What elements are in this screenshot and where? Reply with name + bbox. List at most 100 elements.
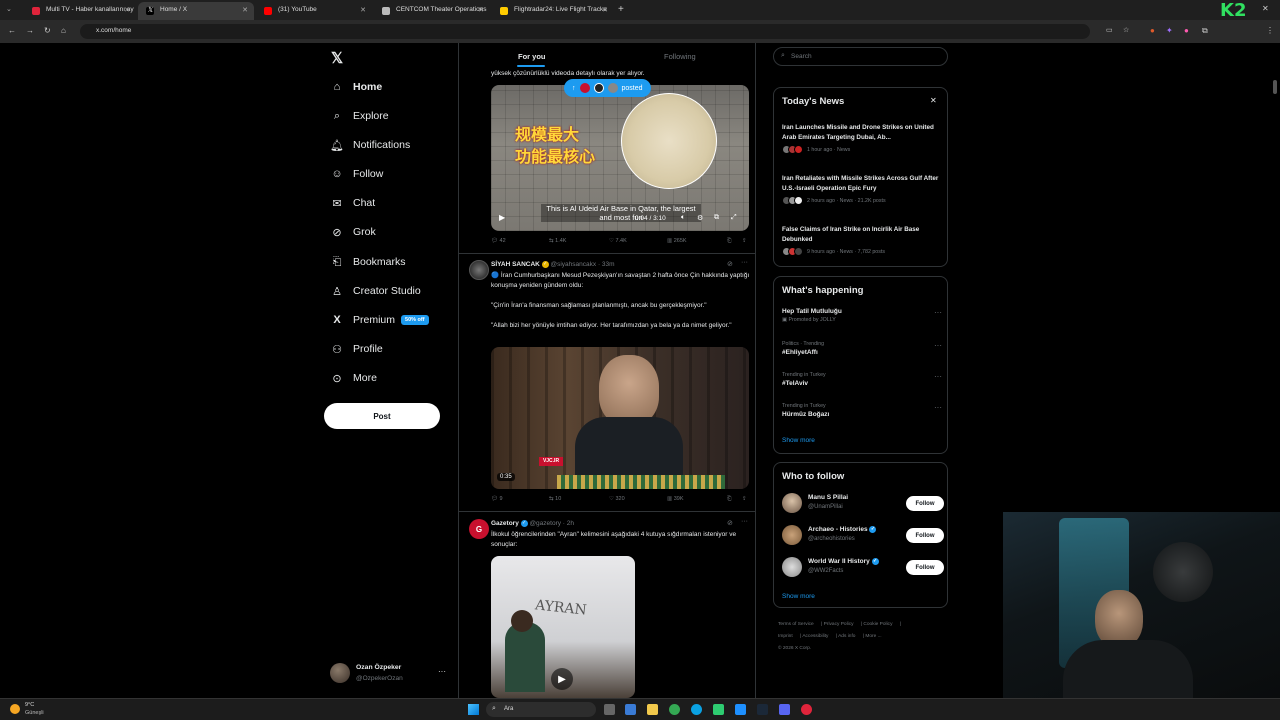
bookmark-icon[interactable]: ⎗ (727, 496, 731, 503)
new-posts-pill[interactable]: ↑ posted (564, 79, 651, 97)
close-icon[interactable]: ✕ (360, 6, 366, 14)
tab-multi-tv[interactable]: Multi TV - Haber kanallarını ay ✕ (24, 2, 136, 20)
app-icon[interactable] (801, 704, 812, 715)
file-explorer-icon[interactable] (647, 704, 658, 715)
more-dots-icon[interactable]: ··· (934, 403, 942, 412)
footer-link[interactable]: Terms of Service (778, 622, 814, 627)
reply-button[interactable]: 💬︎ 42 (491, 238, 506, 244)
trend-item[interactable]: Trending in Turkey #TelAviv ··· (782, 372, 942, 387)
sidebar-item-bookmarks[interactable]: ⎗ Bookmarks (330, 251, 406, 273)
tab-search-icon[interactable]: ⌄ (6, 5, 12, 13)
tab-for-you[interactable]: For you (518, 52, 546, 61)
footer-link[interactable]: Privacy Policy (824, 622, 854, 627)
views-button[interactable]: ▥ 39K (667, 496, 684, 502)
more-dots-icon[interactable]: ··· (934, 341, 942, 350)
views-button[interactable]: ▥ 265K (667, 238, 687, 244)
follow-suggestion[interactable]: World War II History ✓ @WW2Facts Follow (782, 557, 944, 579)
home-browser-icon[interactable]: ⌂ (61, 26, 66, 35)
author-handle[interactable]: @siyahsancakx (551, 261, 597, 268)
tweet-time[interactable]: 33m (602, 261, 615, 268)
author-name[interactable]: Gazetory (491, 520, 519, 527)
sidebar-item-explore[interactable]: ⌕ Explore (330, 105, 389, 127)
sidebar-item-grok[interactable]: ⊘ Grok (330, 221, 375, 243)
more-dots-icon[interactable]: ··· (934, 372, 942, 381)
menu-icon[interactable]: ⋮ (1266, 26, 1274, 35)
tab-youtube[interactable]: (31) YouTube ✕ (256, 2, 372, 20)
trend-item[interactable]: Politics · Trending #EhliyetAffı ··· (782, 341, 942, 356)
bookmark-icon[interactable]: ⎗ (727, 238, 731, 245)
grok-icon[interactable]: ⊘ (727, 260, 733, 268)
footer-link[interactable]: Imprint (778, 634, 793, 639)
share-icon[interactable]: ⇪ (742, 238, 747, 244)
chrome-icon[interactable] (669, 704, 680, 715)
play-icon[interactable]: ▶ (551, 668, 573, 690)
copilot-icon[interactable] (625, 704, 636, 715)
show-more-link[interactable]: Show more (782, 593, 815, 600)
footer-link[interactable]: Ads info (838, 634, 855, 639)
play-icon[interactable]: ▶ (499, 213, 505, 222)
extension-icon[interactable]: ● (1184, 26, 1189, 35)
share-icon[interactable]: ⇪ (742, 496, 747, 502)
star-icon[interactable]: ☆ (1123, 26, 1129, 34)
like-button[interactable]: ♡ 7.4K (609, 238, 627, 244)
repost-button[interactable]: ⇆ 10 (549, 496, 561, 502)
url-input[interactable]: x.com/home (80, 24, 1090, 39)
follow-button[interactable]: Follow (906, 496, 944, 511)
x-logo-icon[interactable]: 𝕏 (331, 49, 343, 67)
close-icon[interactable]: ✕ (930, 96, 937, 105)
sidebar-item-follow[interactable]: ☺ Follow (330, 163, 383, 185)
footer-link[interactable]: Accessibility (802, 634, 828, 639)
footer-link[interactable]: Cookie Policy (863, 622, 892, 627)
repost-button[interactable]: ⇆ 1.4K (549, 238, 566, 244)
discord-icon[interactable] (779, 704, 790, 715)
account-switcher[interactable]: Ozan Özpeker @OzpekerOzan ··· (330, 661, 450, 687)
tweet-video[interactable]: 规模最大 功能最核心 This is Al Udeid Air Base in … (491, 85, 749, 231)
tweet-video[interactable]: AYRAN ▶ (491, 556, 635, 698)
post-button[interactable]: Post (324, 403, 440, 429)
window-close-icon[interactable]: ✕ (1262, 4, 1269, 13)
close-icon[interactable]: ✕ (602, 6, 608, 14)
follow-button[interactable]: Follow (906, 560, 944, 575)
sidebar-item-notifications[interactable]: 🔔︎ Notifications (330, 134, 410, 156)
sidebar-item-more[interactable]: ⊙ More (330, 367, 377, 389)
tweet-time[interactable]: 2h (567, 520, 574, 527)
pip-icon[interactable]: ⧉ (714, 214, 719, 222)
sidebar-item-chat[interactable]: ✉ Chat (330, 192, 375, 214)
follow-button[interactable]: Follow (906, 528, 944, 543)
close-icon[interactable]: ✕ (242, 6, 248, 14)
tab-home-x[interactable]: 𝕏 Home / X ✕ (138, 2, 254, 20)
tweet-video[interactable]: VJC.IR 0:35 (491, 347, 749, 489)
close-icon[interactable]: ✕ (478, 6, 484, 14)
sidebar-item-profile[interactable]: ⚇ Profile (330, 338, 383, 360)
extension-icon[interactable]: ✦ (1166, 26, 1173, 35)
volume-icon[interactable]: 🔈︎ (681, 214, 685, 222)
new-tab-icon[interactable]: + (618, 4, 624, 15)
more-dots-icon[interactable]: ··· (934, 308, 942, 317)
show-more-link[interactable]: Show more (782, 437, 815, 444)
telegram-icon[interactable] (735, 704, 746, 715)
trend-item[interactable]: Hep Tatil Mutluluğu ▣ Promoted by JOLLY … (782, 308, 942, 323)
edge-icon[interactable] (691, 704, 702, 715)
more-dots-icon[interactable]: ··· (741, 518, 748, 525)
news-item[interactable]: Iran Launches Missile and Drone Strikes … (782, 123, 942, 154)
steam-icon[interactable] (757, 704, 768, 715)
sidebar-item-creator-studio[interactable]: ♙ Creator Studio (330, 280, 421, 302)
like-button[interactable]: ♡ 320 (609, 496, 625, 502)
reply-button[interactable]: 💬︎ 9 (491, 496, 503, 502)
sidebar-item-home[interactable]: ⌂ Home (330, 76, 383, 98)
avatar[interactable]: G (469, 519, 489, 539)
fullscreen-icon[interactable]: ⤢ (731, 214, 737, 222)
search-input[interactable]: ⌕ Search (773, 47, 948, 66)
back-icon[interactable]: ← (8, 26, 16, 35)
task-view-icon[interactable] (604, 704, 615, 715)
author-name[interactable]: SİYAH SANCAK (491, 261, 540, 268)
windows-start-icon[interactable] (468, 704, 479, 715)
author-handle[interactable]: @gazetory (529, 520, 561, 527)
follow-suggestion[interactable]: Archaeo - Histories ✓ @archeohistories F… (782, 525, 944, 547)
trend-item[interactable]: Trending in Turkey Hürmüz Boğazı ··· (782, 403, 942, 418)
extension-icon[interactable]: ● (1150, 26, 1155, 35)
tab-flightradar[interactable]: Flightradar24: Live Flight Tracke ✕ (492, 2, 614, 20)
news-item[interactable]: Iran Retaliates with Missile Strikes Acr… (782, 174, 942, 205)
news-item[interactable]: False Claims of Iran Strike on Incirlik … (782, 225, 942, 256)
settings-icon[interactable]: ⚙ (697, 214, 703, 222)
